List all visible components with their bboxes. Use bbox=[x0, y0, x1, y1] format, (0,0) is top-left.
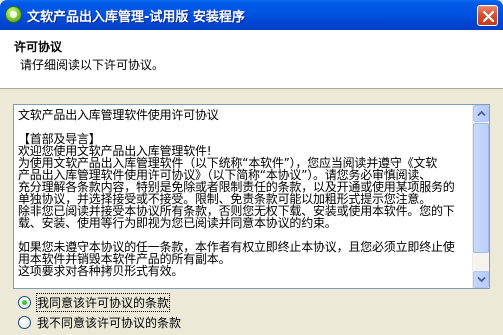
close-button[interactable] bbox=[477, 5, 498, 26]
scroll-down-button[interactable] bbox=[473, 271, 489, 288]
wizard-header: 许可协议 请仔细阅读以下许可协议。 bbox=[0, 30, 503, 89]
license-line: 载、安装、使用等行为即视为您已阅读并同意本协议的约束。 bbox=[18, 216, 337, 230]
license-line: 这项要求对各种拷贝形式有效。 bbox=[18, 264, 184, 278]
license-line: 文软产品出入库管理软件使用许可协议 bbox=[18, 109, 219, 122]
decline-label[interactable]: 我不同意该许可协议的条款 bbox=[37, 314, 181, 331]
scroll-thumb[interactable] bbox=[473, 123, 489, 253]
close-icon bbox=[482, 10, 495, 23]
decline-option[interactable]: 我不同意该许可协议的条款 bbox=[18, 314, 181, 330]
accept-radio[interactable] bbox=[18, 295, 31, 309]
vertical-scrollbar[interactable] bbox=[472, 105, 489, 288]
decline-radio[interactable] bbox=[18, 315, 31, 329]
license-text-box[interactable]: 文软产品出入库管理软件使用许可协议 【首部及导言】 欢迎您使用文软产品出入库管理… bbox=[13, 104, 490, 289]
page-title: 许可协议 bbox=[14, 40, 63, 54]
accept-label[interactable]: 我同意该许可协议的条款 bbox=[35, 292, 171, 312]
page-subtitle: 请仔细阅读以下许可协议。 bbox=[20, 58, 165, 72]
license-text: 文软产品出入库管理软件使用许可协议 【首部及导言】 欢迎您使用文软产品出入库管理… bbox=[18, 109, 470, 285]
title-bar[interactable]: 文软产品出入库管理-试用版 安装程序 bbox=[0, 0, 503, 30]
window-title: 文软产品出入库管理-试用版 安装程序 bbox=[27, 10, 245, 25]
arrow-down-icon bbox=[477, 276, 486, 283]
arrow-up-icon bbox=[477, 110, 486, 117]
accept-option[interactable]: 我同意该许可协议的条款 bbox=[18, 292, 171, 312]
scroll-up-button[interactable] bbox=[473, 105, 489, 122]
app-icon bbox=[5, 6, 22, 23]
